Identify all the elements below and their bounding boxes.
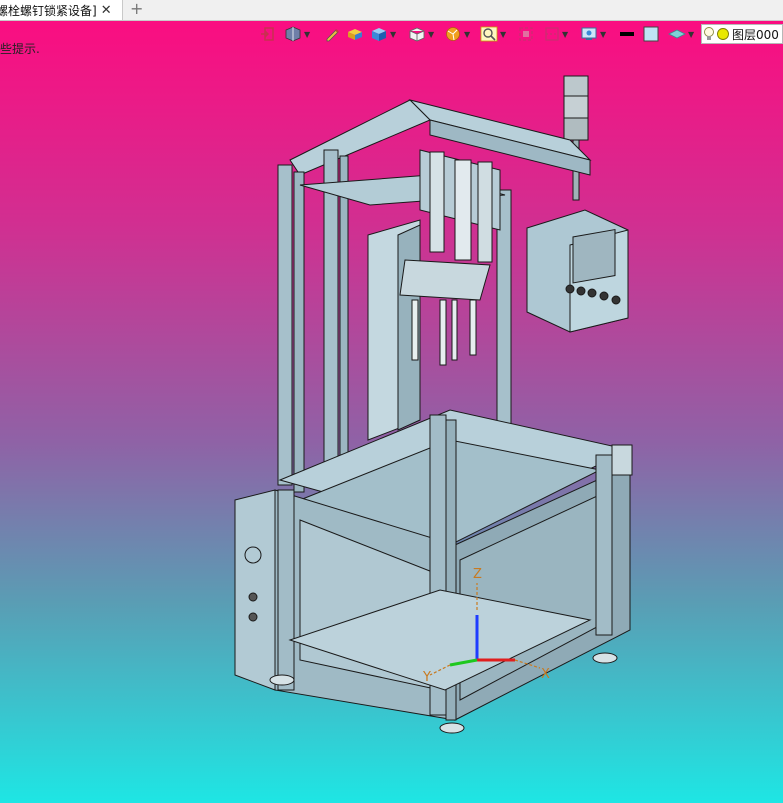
fill-color-swatch[interactable] [642,24,660,44]
screw-locking-machine-model [234,75,633,734]
close-icon[interactable]: ✕ [101,3,112,18]
solid-cube-icon[interactable]: ▼ [370,24,396,44]
zoom-icon[interactable]: ▼ [480,24,506,44]
sketch-pen-icon[interactable] [324,24,340,44]
fit-view-icon[interactable] [518,24,534,44]
shaded-solid-icon[interactable] [346,24,364,44]
signal-tower [563,75,589,201]
document-tab-title: 螺栓螺钉锁紧设备] [0,3,97,18]
wireframe-cube-icon[interactable]: ▼ [408,24,434,44]
render-mode-icon[interactable]: ▼ [444,24,470,44]
control-box [526,209,629,333]
y-axis-label: Y [422,670,431,685]
x-axis-label: X [541,667,550,682]
add-tab-button[interactable]: + [130,0,143,20]
layer-name: 图层000 [732,27,779,42]
document-tab[interactable]: 螺栓螺钉锁紧设备] ✕ [0,0,123,20]
document-tab-bar: 螺栓螺钉锁紧设备] ✕ + [0,0,783,21]
layer-status-dot [717,28,729,40]
display-settings-icon[interactable]: ▼ [580,24,606,44]
exit-icon[interactable] [260,24,276,44]
z-axis-label: Z [473,567,482,582]
layer-icon[interactable]: ▼ [668,24,694,44]
layer-selector[interactable]: 图层000 [701,24,783,44]
view-orientation-icon[interactable]: ▼ [284,24,310,44]
cad-viewport-model[interactable]: Z X Y [225,70,645,740]
lightbulb-icon[interactable] [702,26,716,42]
prompt-hint-text: 些提示. [0,42,40,56]
section-view-icon[interactable]: ▼ [544,24,568,44]
line-color-swatch[interactable] [618,24,636,44]
